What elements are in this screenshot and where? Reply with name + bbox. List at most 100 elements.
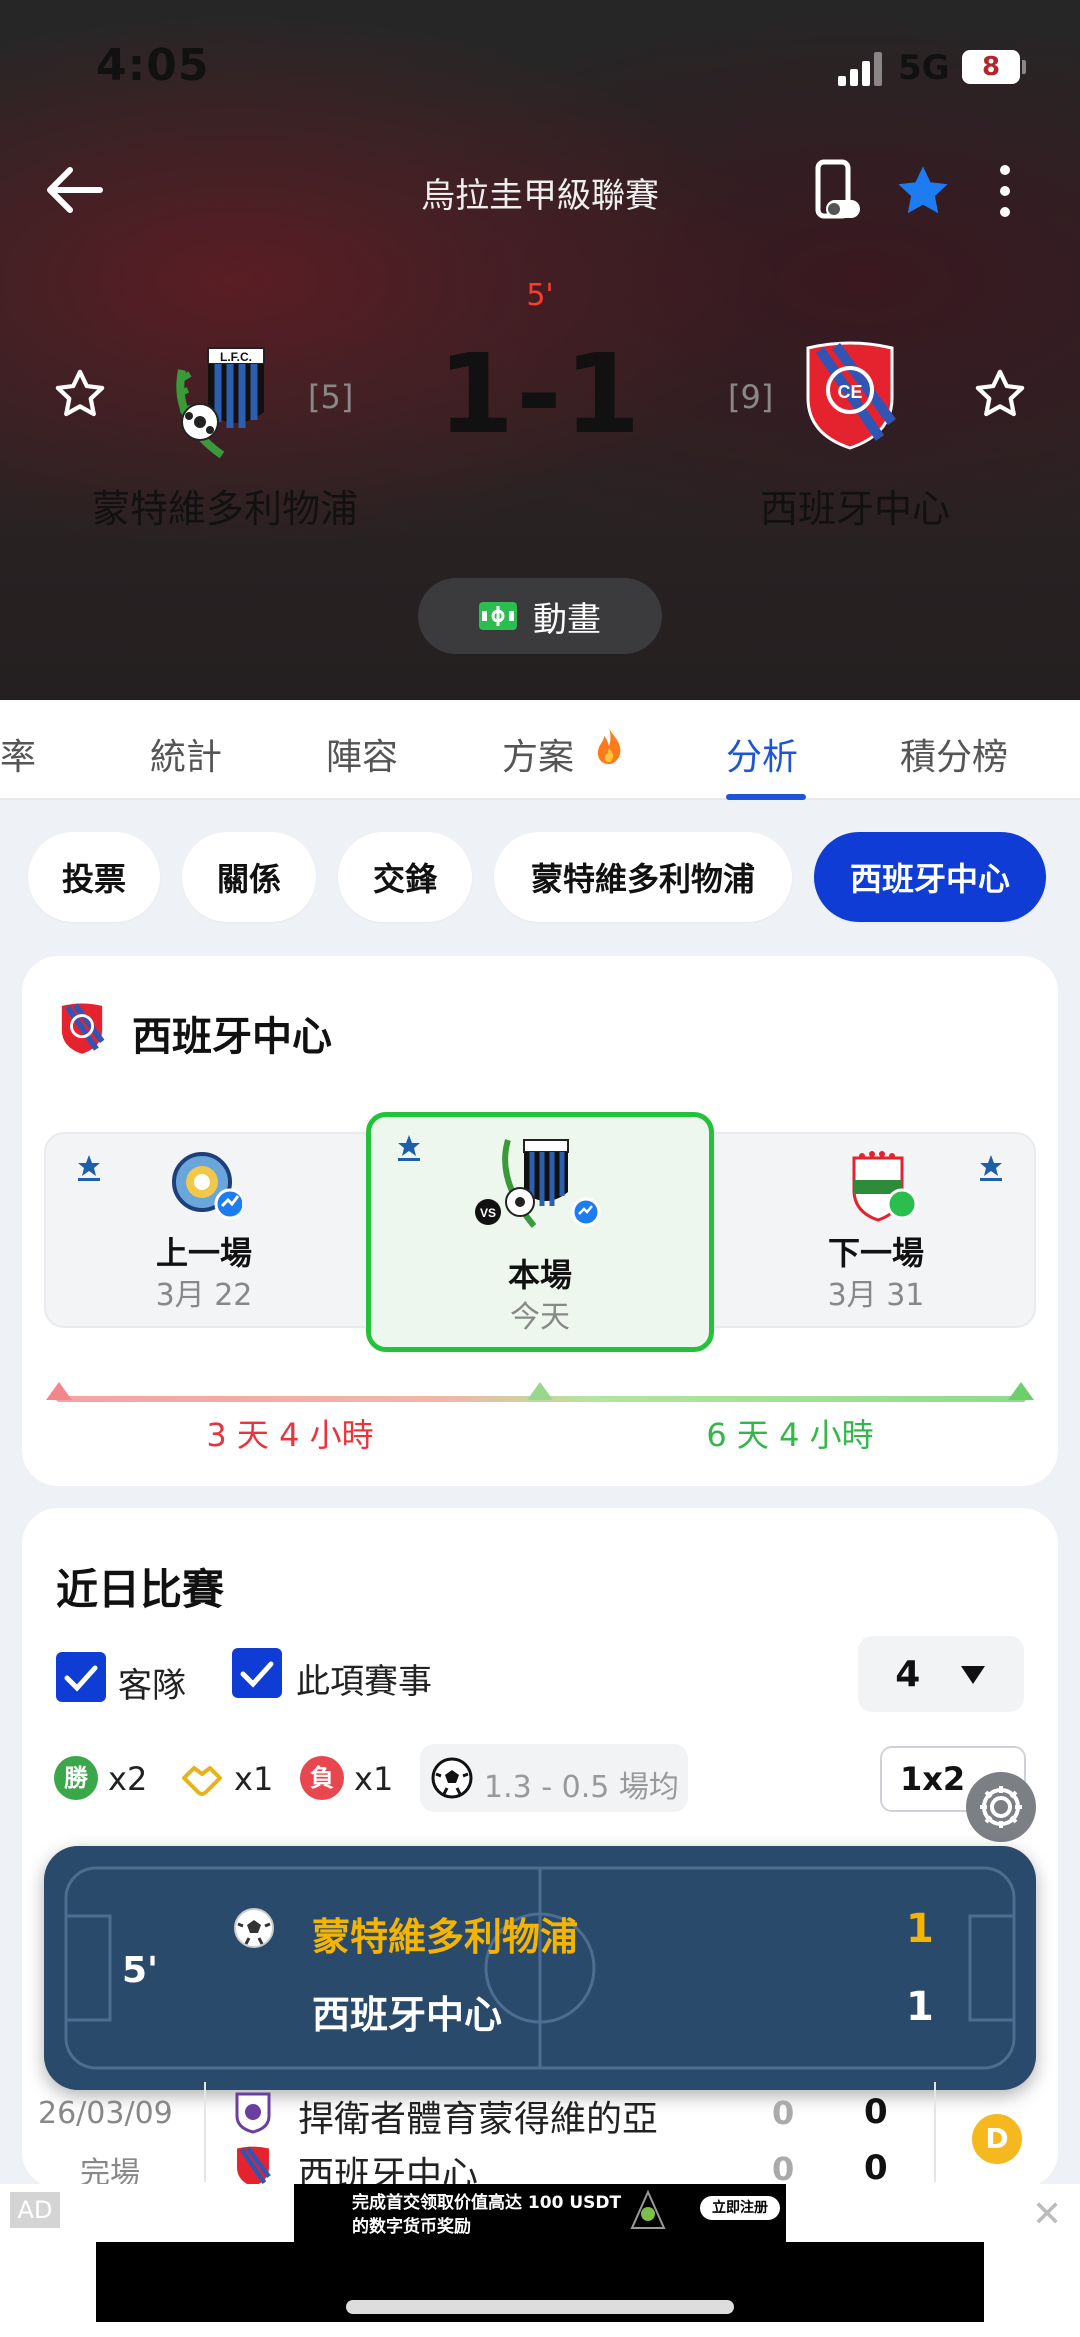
network-type: 5G bbox=[898, 48, 950, 88]
team-card-title: 西班牙中心 bbox=[132, 1014, 332, 1060]
close-icon[interactable]: ✕ bbox=[1032, 2194, 1062, 2235]
tab-lineup[interactable]: 陣容 bbox=[326, 728, 398, 780]
gear-icon[interactable] bbox=[966, 1772, 1036, 1842]
result-badge: D bbox=[972, 2114, 1022, 2164]
prev-opponent-crest[interactable] bbox=[170, 1150, 246, 1222]
away-crest-icon bbox=[234, 2144, 272, 2188]
away-team-name[interactable]: 西班牙中心 bbox=[700, 478, 1010, 533]
crest-lettering: L.F.C. bbox=[220, 350, 252, 364]
competition-filter-label: 此項賽事 bbox=[296, 1662, 432, 1702]
tab-standings[interactable]: 積分榜 bbox=[900, 728, 1008, 780]
handshake-draw-icon bbox=[180, 1756, 224, 1800]
league-title: 烏拉圭甲級聯賽 bbox=[421, 176, 659, 216]
goal-average: 1.3 - 0.5 場均 bbox=[484, 1770, 679, 1805]
current-opponent-crest: VS bbox=[474, 1130, 604, 1234]
chip-relation[interactable]: 關係 bbox=[182, 832, 316, 922]
team-crest-icon bbox=[58, 1000, 106, 1056]
live-score-popup[interactable] bbox=[44, 1846, 1036, 2090]
draw-count: x1 bbox=[234, 1760, 274, 1798]
match-count-select[interactable]: 4 bbox=[858, 1636, 1024, 1712]
goal-ball-icon bbox=[232, 1906, 276, 1950]
timeline-marker-next bbox=[1008, 1382, 1034, 1400]
row-divider bbox=[204, 2082, 206, 2182]
timeline-marker-current bbox=[527, 1382, 553, 1400]
soccer-ball-icon bbox=[430, 1756, 474, 1800]
favorite-star-icon[interactable] bbox=[892, 160, 954, 222]
loss-count: x1 bbox=[354, 1760, 394, 1798]
current-match-label: 本場 bbox=[507, 1256, 572, 1294]
timeline-marker-prev bbox=[46, 1382, 72, 1400]
tab-tips[interactable]: 方案 bbox=[502, 728, 574, 780]
recent-matches-title: 近日比賽 bbox=[56, 1565, 225, 1614]
match-minute: 5' bbox=[526, 278, 554, 313]
ad-cta-button[interactable]: 立即注册 bbox=[700, 2196, 780, 2220]
phone-toggle-icon[interactable] bbox=[812, 158, 862, 224]
live-home-team: 蒙特維多利物浦 bbox=[312, 1915, 579, 1959]
match-date: 26/03/09 bbox=[38, 2096, 173, 2131]
chip-h2h[interactable]: 交鋒 bbox=[338, 832, 472, 922]
next-opponent-crest[interactable] bbox=[846, 1150, 918, 1222]
battery-icon: 8 bbox=[962, 50, 1020, 84]
away-filter-checkbox[interactable] bbox=[56, 1652, 106, 1702]
current-match-date: 今天 bbox=[510, 1300, 570, 1335]
away-team-crest[interactable]: CE bbox=[800, 338, 900, 450]
home-fulltime-score: 0 bbox=[864, 2092, 888, 2132]
live-away-team: 西班牙中心 bbox=[312, 1993, 503, 2037]
away-fulltime-score: 0 bbox=[864, 2148, 888, 2188]
chip-home-team[interactable]: 蒙特維多利物浦 bbox=[494, 832, 792, 922]
tab-stats[interactable]: 統計 bbox=[150, 728, 222, 780]
animation-button[interactable]: 動畫 bbox=[418, 578, 662, 654]
home-crest-icon bbox=[234, 2090, 272, 2134]
tab-analysis[interactable]: 分析 bbox=[726, 728, 798, 780]
back-arrow-icon[interactable] bbox=[40, 160, 110, 220]
home-indicator[interactable] bbox=[346, 2300, 734, 2314]
more-options-icon[interactable] bbox=[990, 160, 1020, 222]
svg-text:CE: CE bbox=[837, 382, 862, 402]
battery-tip bbox=[1022, 60, 1026, 74]
next-match-label: 下一場 bbox=[827, 1234, 924, 1272]
league-star-icon bbox=[974, 1152, 1008, 1186]
next-match-date: 3月 31 bbox=[827, 1278, 925, 1313]
home-halftime-score: 0 bbox=[772, 2094, 795, 2132]
animation-label: 動畫 bbox=[533, 599, 601, 640]
ad-illustration-icon bbox=[628, 2188, 668, 2238]
home-team-crest[interactable]: L.F.C. bbox=[172, 330, 282, 460]
ad-text-line2: 的数字货币奖励 bbox=[352, 2217, 471, 2237]
follow-home-star-icon[interactable] bbox=[52, 366, 108, 422]
win-count: x2 bbox=[108, 1760, 148, 1798]
league-star-icon bbox=[392, 1132, 426, 1166]
signal-icon bbox=[838, 52, 884, 86]
prev-match-date: 3月 22 bbox=[155, 1278, 253, 1313]
days-until-next: 6 天 4 小時 bbox=[706, 1416, 874, 1454]
ad-text-line1: 完成首交领取价值高达 100 USDT bbox=[352, 2193, 622, 2213]
ad-label: AD bbox=[10, 2192, 60, 2228]
prev-match-label: 上一場 bbox=[155, 1234, 252, 1272]
vs-badge: VS bbox=[480, 1206, 496, 1220]
match-score: 1-1 bbox=[437, 330, 643, 458]
chip-away-team[interactable]: 西班牙中心 bbox=[814, 832, 1046, 922]
follow-away-star-icon[interactable] bbox=[972, 366, 1028, 422]
competition-filter-checkbox[interactable] bbox=[232, 1648, 282, 1698]
home-rank: [5] bbox=[308, 378, 354, 416]
live-minute: 5' bbox=[122, 1950, 159, 1991]
away-halftime-score: 0 bbox=[772, 2150, 795, 2188]
league-star-icon bbox=[72, 1152, 106, 1186]
status-time: 4:05 bbox=[96, 40, 210, 91]
row-home-team: 捍衛者體育蒙得維的亞 bbox=[298, 2099, 659, 2140]
row-divider bbox=[934, 2082, 936, 2182]
home-team-name[interactable]: 蒙特維多利物浦 bbox=[60, 478, 390, 533]
win-icon: 勝 bbox=[54, 1756, 98, 1800]
active-tab-indicator bbox=[726, 794, 806, 800]
days-since-prev: 3 天 4 小時 bbox=[206, 1416, 374, 1454]
match-count-value: 4 bbox=[895, 1653, 921, 1695]
away-filter-label: 客隊 bbox=[118, 1666, 186, 1706]
loss-icon: 負 bbox=[300, 1756, 344, 1800]
pitch-icon bbox=[479, 602, 517, 630]
live-home-score: 1 bbox=[906, 1906, 934, 1952]
away-rank: [9] bbox=[728, 378, 774, 416]
chip-vote[interactable]: 投票 bbox=[28, 832, 160, 922]
fire-icon bbox=[594, 726, 624, 766]
tab-odds[interactable]: 賠率 bbox=[0, 728, 36, 780]
tab-bar: 賠率 統計 陣容 方案 分析 積分榜 bbox=[0, 700, 1080, 800]
live-away-score: 1 bbox=[906, 1984, 934, 2030]
